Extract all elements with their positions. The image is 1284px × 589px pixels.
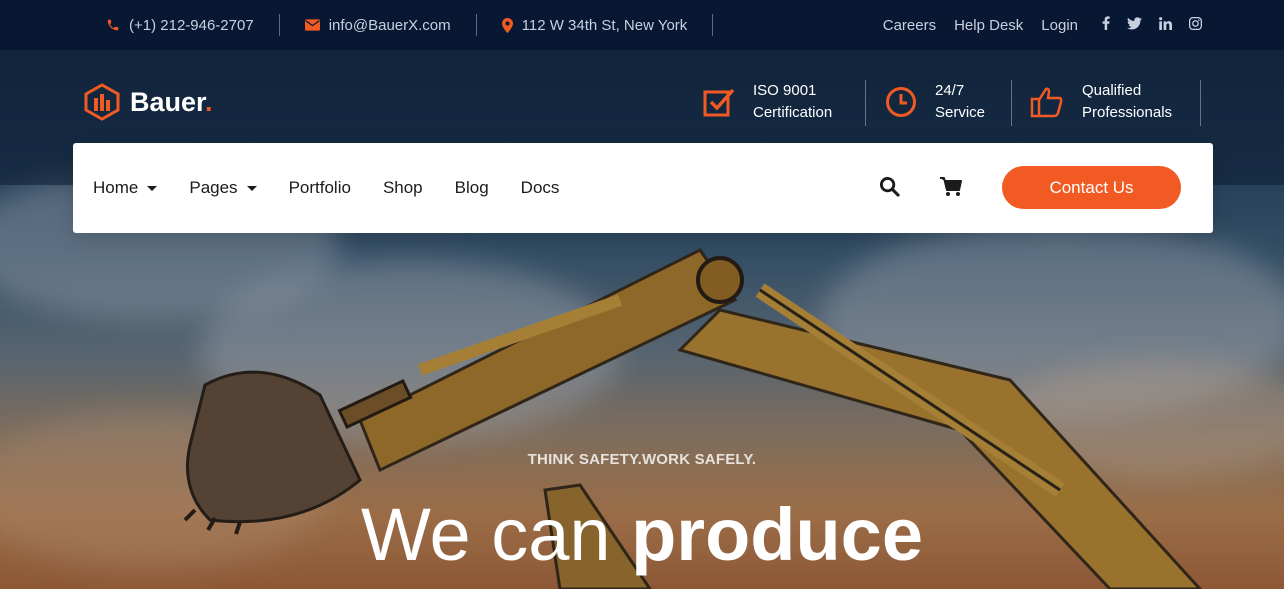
hero-tagline: THINK SAFETY.WORK SAFELY.: [527, 451, 757, 468]
divider: [1200, 80, 1201, 126]
nav-item-docs[interactable]: Docs: [521, 178, 560, 198]
top-bar: (+1) 212-946-2707 info@BauerX.com 112 W …: [0, 0, 1284, 50]
main-navigation: Home Pages Portfolio Shop Blog Docs Cont…: [73, 143, 1213, 233]
nav-item-home[interactable]: Home: [93, 178, 158, 198]
map-pin-icon: [501, 17, 513, 33]
email-address: info@BauerX.com: [328, 16, 451, 34]
thumbs-up-icon: [1030, 87, 1063, 118]
phone-icon: [106, 18, 120, 32]
clock-icon: [886, 87, 916, 117]
help-desk-link[interactable]: Help Desk: [954, 17, 1023, 34]
envelope-icon: [304, 19, 320, 31]
feature-line2: Certification: [753, 104, 833, 121]
instagram-icon[interactable]: [1189, 16, 1202, 34]
divider: [712, 14, 714, 36]
brand-name: Bauer: [130, 86, 206, 117]
nav-item-pages[interactable]: Pages: [189, 178, 257, 198]
email-contact[interactable]: info@BauerX.com: [304, 16, 451, 34]
cart-icon[interactable]: [939, 176, 963, 202]
phone-number: (+1) 212-946-2707: [129, 16, 254, 34]
divider: [865, 80, 866, 126]
brand-logo[interactable]: Bauer.: [84, 83, 213, 121]
contact-us-button[interactable]: Contact Us: [1002, 166, 1181, 209]
feature-line1: Qualified: [1082, 82, 1142, 99]
careers-link[interactable]: Careers: [883, 17, 936, 34]
bauer-logo-icon: [84, 83, 120, 121]
divider: [1011, 80, 1012, 126]
hero-headline: We can produce: [360, 493, 923, 576]
checkbox-icon: [703, 88, 735, 117]
brand-dot: .: [205, 86, 213, 117]
feature-iso: ISO 9001 Certification: [703, 80, 832, 124]
address-text: 112 W 34th St, New York: [521, 16, 688, 34]
address-contact: 112 W 34th St, New York: [501, 16, 688, 34]
phone-contact[interactable]: (+1) 212-946-2707: [106, 17, 254, 34]
facebook-icon[interactable]: [1102, 16, 1110, 34]
caret-down-icon: [147, 185, 158, 191]
feature-service: 24/7 Service: [885, 80, 985, 124]
nav-item-blog[interactable]: Blog: [455, 178, 489, 198]
feature-line1: ISO 9001: [753, 82, 817, 99]
feature-line1: 24/7: [935, 82, 965, 99]
divider: [475, 14, 477, 36]
linkedin-icon[interactable]: [1159, 16, 1172, 34]
feature-line2: Service: [935, 104, 986, 121]
divider: [278, 14, 280, 36]
twitter-icon[interactable]: [1127, 16, 1142, 34]
feature-line2: Professionals: [1082, 104, 1173, 121]
nav-item-portfolio[interactable]: Portfolio: [289, 178, 351, 198]
nav-item-shop[interactable]: Shop: [383, 178, 423, 198]
login-link[interactable]: Login: [1041, 17, 1078, 34]
search-icon[interactable]: [879, 176, 900, 202]
feature-professionals: Qualified Professionals: [1030, 80, 1172, 124]
caret-down-icon: [246, 185, 257, 191]
